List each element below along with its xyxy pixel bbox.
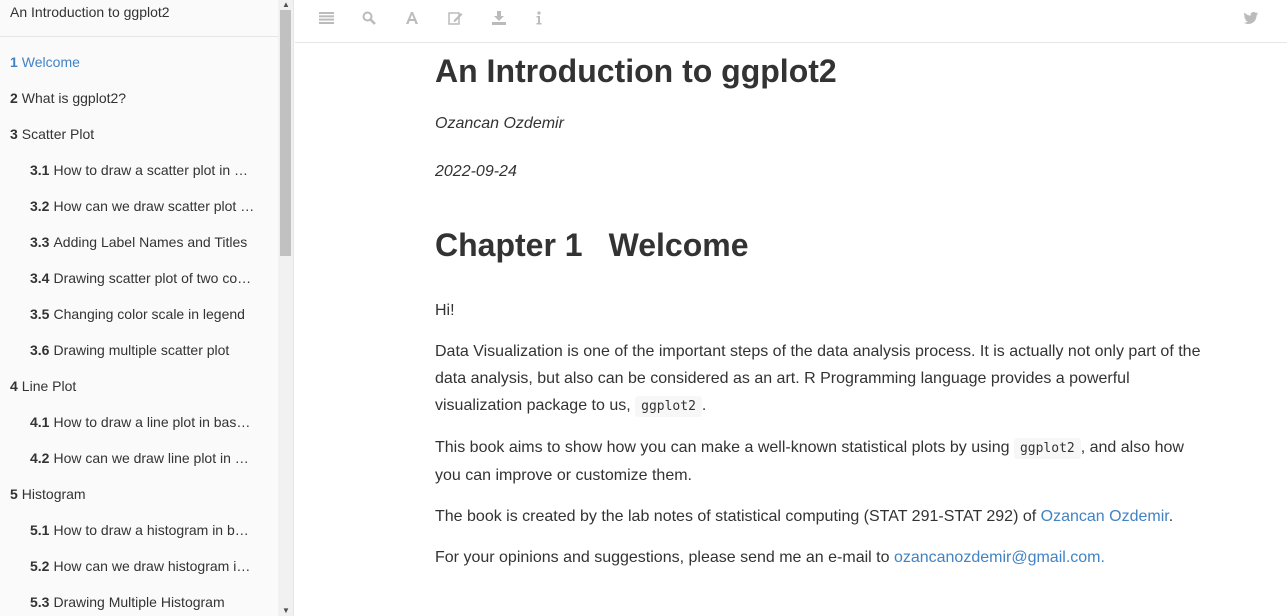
chapter-number: Chapter 1 (435, 227, 583, 263)
download-icon[interactable] (490, 10, 508, 26)
sidebar-item-label: Histogram (21, 486, 86, 502)
edit-icon[interactable] (446, 10, 464, 26)
source-end: . (1168, 508, 1174, 525)
inline-code-ggplot2: ggplot2 (1013, 438, 1081, 459)
sidebar-item-label: What is ggplot2? (21, 90, 127, 106)
sidebar-item-number: 3 (10, 126, 18, 142)
author-name: Ozancan Ozdemir (435, 115, 564, 132)
sidebar-item-3-1[interactable]: 3.1 How to draw a scatter plot in … (0, 152, 278, 188)
sidebar-item-4-1[interactable]: 4.1 How to draw a line plot in bas… (0, 404, 278, 440)
scrollbar-thumb[interactable] (280, 10, 291, 256)
page-title: An Introduction to ggplot2 (435, 53, 837, 89)
chapter-heading: Chapter 1 Welcome (435, 225, 1210, 265)
source-paragraph: The book is created by the lab notes of … (435, 503, 1210, 530)
contact-paragraph: For your opinions and suggestions, pleas… (435, 544, 1210, 571)
sidebar-item-3-3[interactable]: 3.3 Adding Label Names and Titles (0, 224, 278, 260)
menu-icon[interactable] (317, 10, 335, 26)
sidebar-item-5[interactable]: 5 Histogram (0, 476, 278, 512)
font-settings-icon[interactable] (403, 10, 421, 26)
aim-text: This book aims to show how you can make … (435, 439, 1010, 456)
email-link[interactable]: ozancanozdemir@gmail.com. (894, 549, 1105, 566)
sidebar-item-4-2[interactable]: 4.2 How can we draw line plot in … (0, 440, 278, 476)
greeting-paragraph: Hi! (435, 302, 455, 319)
sidebar-item-label: Drawing scatter plot of two co… (53, 270, 252, 286)
scroll-down-arrow-icon[interactable]: ▼ (278, 606, 294, 616)
chapter-title: Welcome (608, 227, 749, 263)
sidebar-item-label: How to draw a histogram in b… (53, 522, 249, 538)
intro-text: Data Visualization is one of the importa… (435, 343, 1201, 414)
sidebar-item-number: 3.1 (30, 162, 50, 178)
aim-paragraph: This book aims to show how you can make … (435, 434, 1210, 489)
sidebar-item-label: How to draw a line plot in bas… (53, 414, 251, 430)
sidebar-item-number: 5 (10, 486, 18, 502)
intro-end: . (701, 397, 707, 414)
sidebar-item-1[interactable]: 1 Welcome (0, 44, 278, 80)
sidebar-item-number: 3.3 (30, 234, 50, 250)
inline-code-ggplot2: ggplot2 (635, 396, 702, 417)
sidebar-item-label: Drawing Multiple Histogram (53, 594, 225, 610)
sidebar-item-3-2[interactable]: 3.2 How can we draw scatter plot … (0, 188, 278, 224)
contact-text: For your opinions and suggestions, pleas… (435, 549, 890, 566)
sidebar-item-label: Drawing multiple scatter plot (53, 342, 230, 358)
sidebar-item-number: 4.2 (30, 450, 50, 466)
table-of-contents: 1 Welcome 2 What is ggplot2? 3 Scatter Plot 3.… (0, 37, 278, 616)
main-content: An Introduction to ggplot2 Ozancan Ozdem… (435, 43, 1210, 571)
book-toolbar (295, 0, 1287, 43)
sidebar-scrollbar[interactable]: ▲ ▼ (278, 0, 294, 616)
sidebar-item-label: Welcome (21, 54, 80, 70)
twitter-icon[interactable] (1242, 10, 1260, 26)
sidebar-item-label: How can we draw scatter plot … (53, 198, 255, 214)
sidebar-item-number: 3.4 (30, 270, 50, 286)
scroll-up-arrow-icon[interactable]: ▲ (278, 0, 294, 10)
sidebar-item-3[interactable]: 3 Scatter Plot (0, 116, 278, 152)
publish-date: 2022-09-24 (435, 163, 517, 180)
sidebar-item-number: 3.2 (30, 198, 50, 214)
sidebar-item-label: Line Plot (21, 378, 77, 394)
sidebar-item-3-5[interactable]: 3.5 Changing color scale in legend (0, 296, 278, 332)
sidebar-item-5-1[interactable]: 5.1 How to draw a histogram in b… (0, 512, 278, 548)
sidebar-item-number: 2 (10, 90, 18, 106)
intro-paragraph: Data Visualization is one of the importa… (435, 338, 1210, 420)
sidebar-book-title[interactable]: An Introduction to ggplot2 (0, 0, 278, 37)
sidebar-item-label: Scatter Plot (21, 126, 95, 142)
sidebar-item-3-6[interactable]: 3.6 Drawing multiple scatter plot (0, 332, 278, 368)
source-text: The book is created by the lab notes of … (435, 508, 1037, 525)
sidebar-item-label: Changing color scale in legend (53, 306, 245, 322)
sidebar-item-number: 4.1 (30, 414, 50, 430)
info-icon[interactable] (530, 10, 548, 26)
sidebar-item-label: How can we draw histogram i… (53, 558, 251, 574)
sidebar-item-number: 5.2 (30, 558, 50, 574)
sidebar-item-3-4[interactable]: 3.4 Drawing scatter plot of two co… (0, 260, 278, 296)
sidebar-item-number: 5.1 (30, 522, 50, 538)
sidebar-item-number: 3.6 (30, 342, 50, 358)
sidebar-item-5-3[interactable]: 5.3 Drawing Multiple Histogram (0, 584, 278, 616)
sidebar-item-number: 1 (10, 54, 18, 70)
search-icon[interactable] (360, 10, 378, 26)
sidebar-item-number: 5.3 (30, 594, 50, 610)
sidebar-item-number: 4 (10, 378, 18, 394)
sidebar-item-4[interactable]: 4 Line Plot (0, 368, 278, 404)
sidebar-item-label: Adding Label Names and Titles (53, 234, 248, 250)
sidebar-item-2[interactable]: 2 What is ggplot2? (0, 80, 278, 116)
sidebar: An Introduction to ggplot2 1 Welcome 2 What… (0, 0, 278, 616)
sidebar-item-5-2[interactable]: 5.2 How can we draw histogram i… (0, 548, 278, 584)
sidebar-item-number: 3.5 (30, 306, 50, 322)
author-link[interactable]: Ozancan Ozdemir (1041, 508, 1169, 525)
sidebar-item-label: How to draw a scatter plot in … (53, 162, 248, 178)
sidebar-item-label: How can we draw line plot in … (53, 450, 249, 466)
